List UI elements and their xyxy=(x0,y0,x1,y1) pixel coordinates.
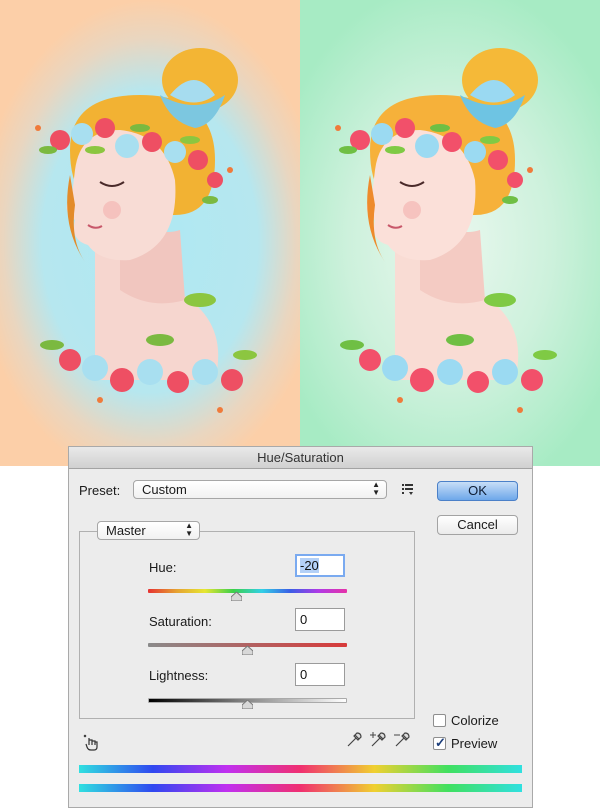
lightness-label: Lightness: xyxy=(149,668,209,683)
preset-value: Custom xyxy=(142,482,187,497)
dialog-title[interactable]: Hue/Saturation xyxy=(69,447,532,469)
hand-pointer-icon[interactable] xyxy=(83,734,101,752)
channel-value: Master xyxy=(106,523,146,538)
preview-checkbox[interactable]: ✓ Preview xyxy=(433,735,498,751)
hue-label: Hue: xyxy=(149,560,177,575)
eyedropper-plus-icon[interactable] xyxy=(369,731,387,749)
preview-checkbox-box[interactable]: ✓ xyxy=(433,735,446,750)
checkmark-icon: ✓ xyxy=(435,735,446,750)
ok-button[interactable]: OK xyxy=(437,481,518,501)
output-color-ramp xyxy=(79,784,522,792)
girl-illustration xyxy=(35,48,257,413)
saturation-label: Saturation: xyxy=(149,614,212,629)
eyedropper-minus-icon[interactable] xyxy=(393,731,411,749)
eyedropper-icon[interactable] xyxy=(345,731,363,749)
hue-input[interactable] xyxy=(295,554,345,577)
list-menu-icon[interactable] xyxy=(401,482,415,496)
illustration-adjusted xyxy=(300,0,600,466)
cancel-button[interactable]: Cancel xyxy=(437,515,518,535)
select-arrows-icon: ▲ ▼ xyxy=(185,521,193,538)
colorize-checkbox-box[interactable] xyxy=(433,714,446,727)
hue-slider-thumb[interactable] xyxy=(231,592,243,601)
preset-select[interactable]: Custom ▲ ▼ xyxy=(133,480,387,499)
saturation-input[interactable] xyxy=(295,608,345,631)
girl-illustration-preview xyxy=(335,48,557,413)
lightness-input[interactable] xyxy=(295,663,345,686)
input-color-ramp xyxy=(79,765,522,773)
colorize-checkbox[interactable]: Colorize xyxy=(433,713,499,728)
saturation-slider-thumb[interactable] xyxy=(242,646,253,655)
preview-label: Preview xyxy=(451,736,498,751)
illustration-original xyxy=(0,0,300,466)
hue-saturation-dialog: Hue/Saturation Preset: Custom ▲ ▼ OK Canc… xyxy=(68,446,533,808)
colorize-label: Colorize xyxy=(451,713,499,728)
hue-slider-track[interactable] xyxy=(148,589,347,593)
channel-select[interactable]: Master ▲ ▼ xyxy=(97,521,200,540)
preset-label: Preset: xyxy=(79,483,121,498)
select-arrows-icon: ▲ ▼ xyxy=(372,480,380,497)
lightness-slider-thumb[interactable] xyxy=(242,700,253,709)
adjustment-group xyxy=(79,531,415,719)
